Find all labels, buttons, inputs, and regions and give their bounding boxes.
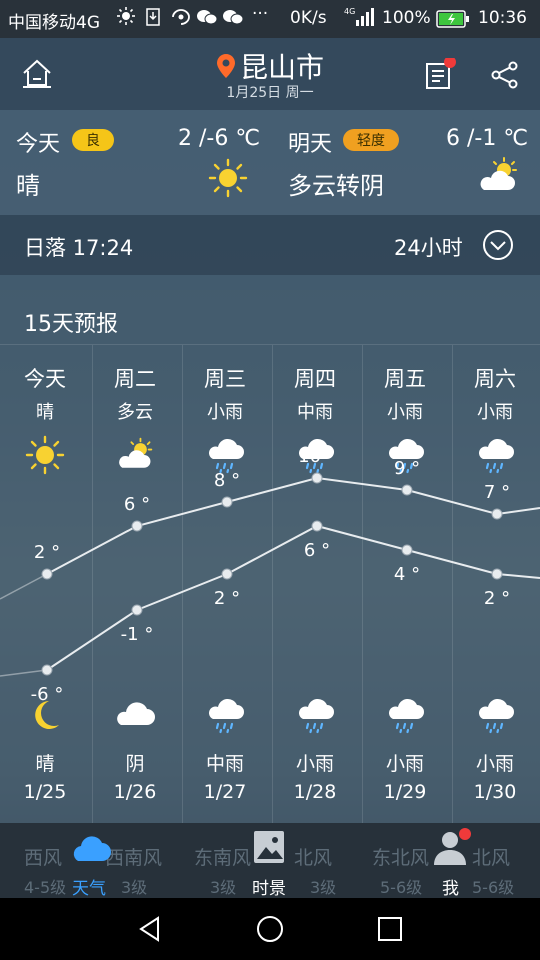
picture-icon [254, 831, 284, 863]
weather-tab-label[interactable]: 天气 [72, 874, 106, 899]
low-temp-lead [0, 669, 48, 677]
high-temp-lead [0, 573, 48, 600]
back-icon[interactable] [136, 915, 164, 947]
wind-level: 4-5级 [24, 878, 67, 897]
home-circle-icon[interactable] [256, 915, 284, 947]
low-temp-label: -1 ° [121, 624, 154, 645]
high-temp-point [131, 520, 143, 532]
sun-status-icon [116, 6, 136, 31]
share-icon[interactable] [490, 60, 520, 94]
sun-icon [208, 158, 248, 202]
today-tomorrow-summary[interactable]: 今天 良 2 /-6 ℃ 晴 明天 轻度 6 /-1 ℃ 多云转阴 [0, 110, 540, 215]
wind-level: 5-6级 [380, 878, 423, 897]
hourly-label[interactable]: 24小时 [394, 232, 463, 262]
low-temp-point [491, 568, 503, 580]
low-temp-point [401, 544, 413, 556]
aqi-badge-tomorrow: 轻度 [343, 129, 399, 151]
high-temp-point [401, 484, 413, 496]
header-date: 1月25日 周一 [226, 85, 314, 101]
sunset-bar[interactable]: 日落 17:24 24小时 [0, 215, 540, 275]
city-name: 昆山市 [239, 51, 324, 84]
battery-percent: 100% [382, 8, 431, 28]
more-notif-icon: ··· [252, 4, 269, 24]
wind-direction: 西南风 [105, 847, 163, 869]
cloud-icon [73, 836, 111, 861]
high-temp-label: 10 ° [298, 446, 336, 467]
low-temp-point [311, 520, 323, 532]
wind-direction: 东南风 [194, 847, 252, 869]
app-header: 昆山市 1月25日 周一 [0, 38, 540, 110]
location-pin-icon [216, 53, 236, 86]
low-temp-label: 6 ° [304, 540, 330, 561]
chevron-down-icon[interactable] [482, 229, 514, 265]
signal-icon: 4G [344, 6, 378, 33]
high-temp-label: 8 ° [214, 470, 240, 491]
person-icon [434, 828, 471, 865]
high-temp-line [46, 476, 540, 575]
low-temp-label: 4 ° [394, 564, 420, 585]
sunset-label: 日落 17:24 [24, 236, 134, 260]
svg-text:4G: 4G [344, 7, 355, 16]
wechat-icon [196, 8, 218, 31]
system-nav-bar [0, 898, 540, 960]
low-temp-point [41, 664, 53, 676]
wind-direction: 东北风 [372, 847, 430, 869]
today-cond: 晴 [16, 172, 40, 200]
partly-cloudy-icon [476, 156, 520, 200]
high-temp-point [41, 568, 53, 580]
wind-level: 5-6级 [472, 878, 515, 897]
high-temp-label: 9 ° [394, 458, 420, 479]
news-icon[interactable] [424, 56, 458, 94]
carrier-label: 中国移动4G [8, 13, 100, 33]
me-tab-label[interactable]: 我 [442, 874, 459, 899]
tomorrow-title: 明天 [288, 132, 333, 157]
app-notif-icon [170, 8, 192, 31]
high-temp-label: 6 ° [124, 494, 150, 515]
wechat-icon-2 [222, 8, 244, 31]
download-icon [146, 8, 160, 31]
wind-direction: 西风 [24, 847, 63, 869]
tomorrow-cond: 多云转阴 [288, 172, 384, 200]
me-tab[interactable] [432, 827, 476, 871]
tomorrow-temp: 6 /-1 ℃ [446, 126, 529, 151]
battery-icon [436, 10, 470, 33]
status-bar: 中国移动4G ··· 0K/s 4G 100% 10:36 [0, 0, 540, 38]
high-temp-label: 2 ° [34, 542, 60, 563]
wind-level: 3级 [121, 878, 148, 897]
forecast-card[interactable]: 15天预报 今天晴晴 1/25 周二 多云阴 1/26 周三 小雨 中雨 1/27 周四 中雨 小雨 1… [0, 290, 540, 823]
clock: 10:36 [478, 8, 527, 28]
high-temp-point [311, 472, 323, 484]
aqi-badge-today: 良 [72, 129, 114, 151]
temperature-chart: 2 ° -6 ° 6 ° -1 ° 8 ° 2 ° 10 ° 6 ° 9 ° 4 ° 7 ° 2 ° [0, 446, 540, 705]
today-temp: 2 /-6 ℃ [178, 126, 261, 151]
low-temp-line [46, 524, 540, 671]
low-temp-label: -6 ° [31, 684, 64, 705]
wind-direction: 北风 [472, 847, 511, 869]
low-temp-label: 2 ° [484, 588, 510, 609]
bottom-nav: 西风 4-5级 西南风 3级 东南风 3级 北风 3级 东北风 5-6级 北风 5-6级 天气 时景 … [0, 823, 540, 899]
wind-direction: 北风 [294, 847, 333, 869]
high-temp-point [491, 508, 503, 520]
low-temp-point [131, 604, 143, 616]
wind-level: 3级 [210, 878, 237, 897]
scenery-tab[interactable] [252, 829, 286, 869]
city-title[interactable]: 昆山市 [0, 46, 540, 86]
today-title: 今天 [16, 132, 61, 157]
wind-level: 3级 [310, 878, 337, 897]
low-temp-label: 2 ° [214, 588, 240, 609]
low-temp-point [221, 568, 233, 580]
scenery-tab-label[interactable]: 时景 [252, 874, 286, 899]
high-temp-label: 7 ° [484, 482, 510, 503]
weather-tab[interactable] [70, 831, 112, 867]
recents-icon[interactable] [376, 915, 404, 947]
net-speed: 0K/s [290, 8, 327, 28]
high-temp-point [221, 496, 233, 508]
